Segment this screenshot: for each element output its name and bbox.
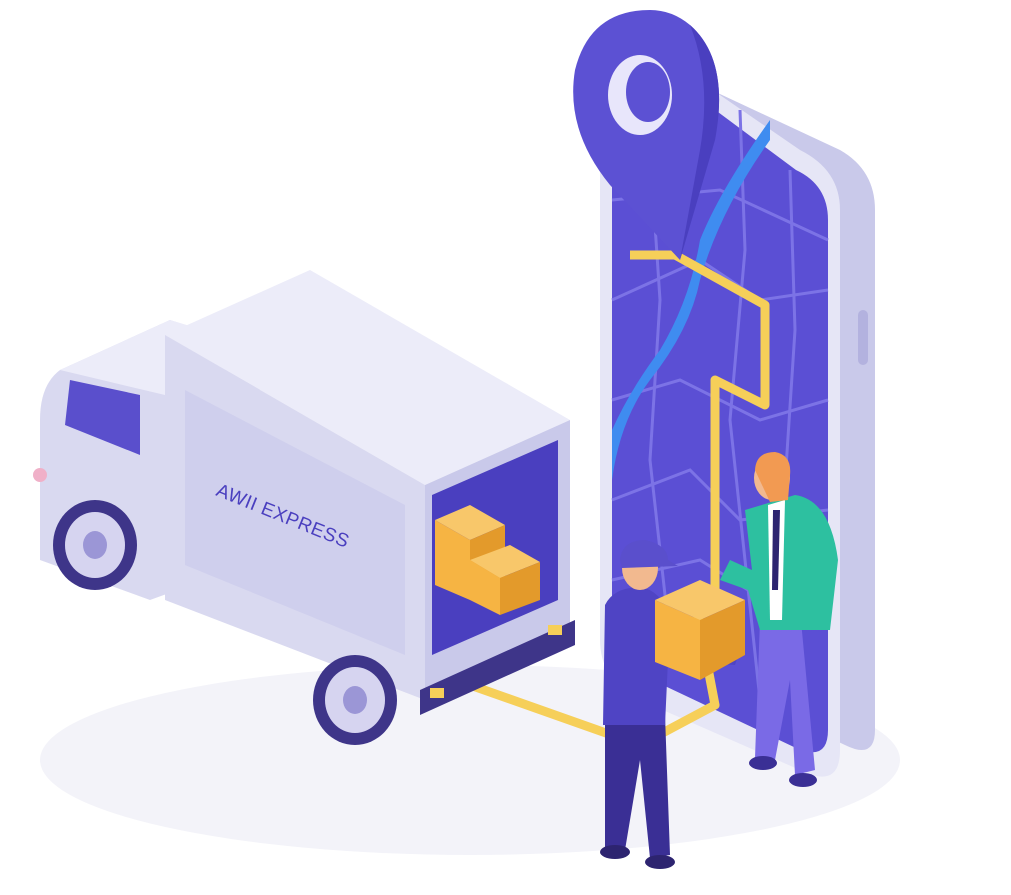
courier-shoe-left [600, 845, 630, 859]
truck-rear-wheel [313, 655, 397, 745]
courier-shoe-right [645, 855, 675, 869]
truck-tail-light-left [430, 688, 444, 698]
truck-tail-light-right [548, 625, 562, 635]
delivery-illustration: AWII EXPRESS [33, 10, 900, 869]
customer-shoe-right [789, 773, 817, 787]
truck-front-wheel [53, 500, 137, 590]
phone-side-button [858, 310, 868, 365]
truck-headlight [33, 468, 47, 482]
customer-shoe-left [749, 756, 777, 770]
